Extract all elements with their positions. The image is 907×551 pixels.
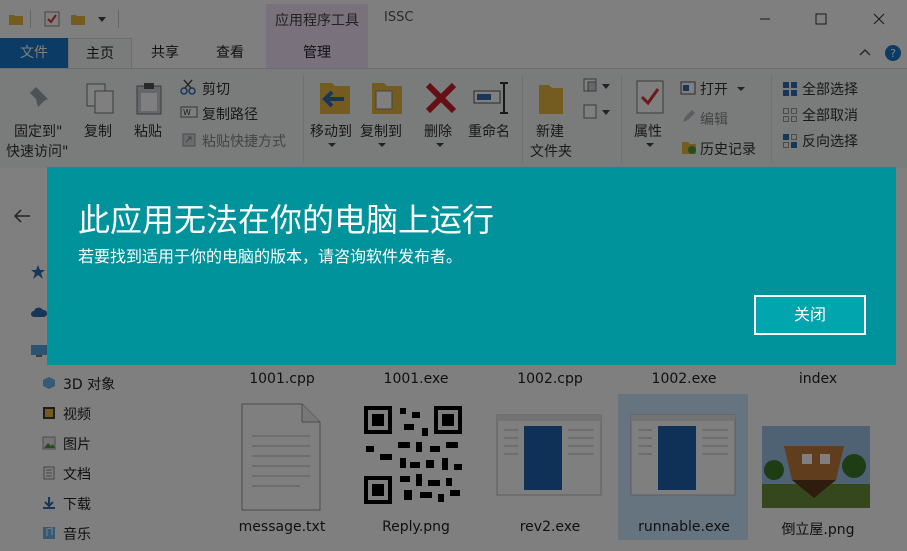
- dialog-title: 此应用无法在你的电脑上运行: [78, 201, 495, 239]
- dialog-message: 若要找到适用于你的电脑的版本，请咨询软件发布者。: [78, 247, 463, 266]
- close-button[interactable]: 关闭: [754, 295, 866, 335]
- cannot-run-dialog: 此应用无法在你的电脑上运行 若要找到适用于你的电脑的版本，请咨询软件发布者。 关…: [47, 167, 896, 365]
- file-explorer-window: 应用程序工具 ISSC 文件 主页 共享 查看 管理 ? 固定到" 快速访问" …: [0, 0, 907, 551]
